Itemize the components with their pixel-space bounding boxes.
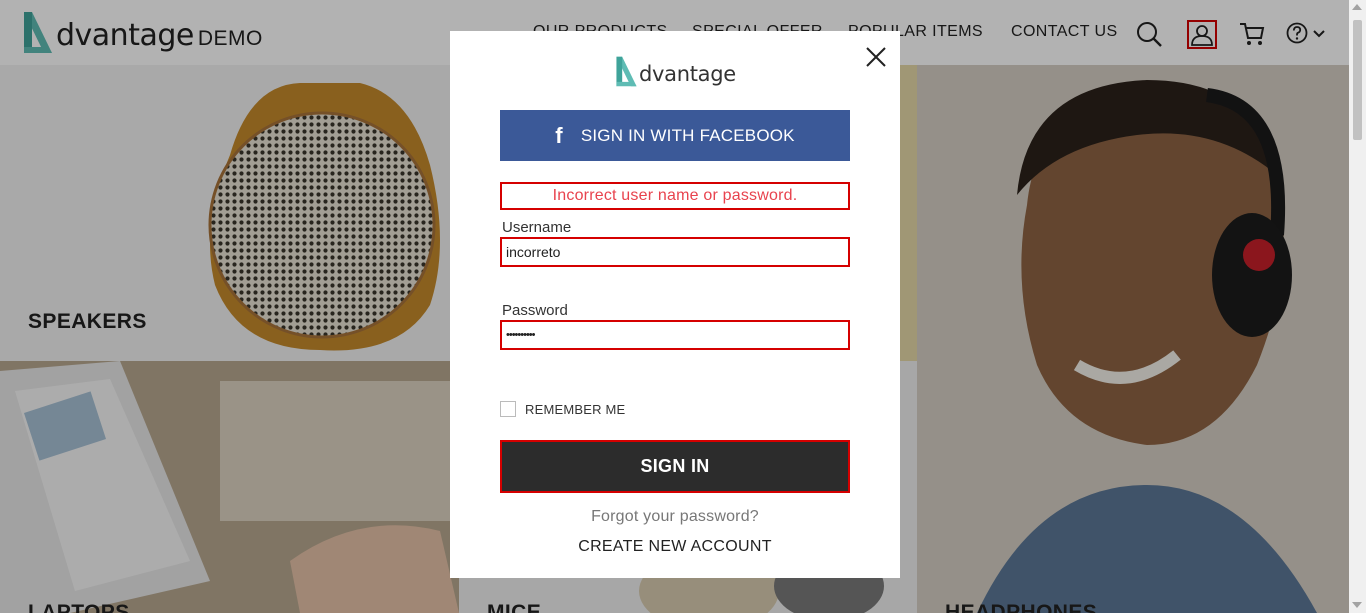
password-input[interactable]: •••••••••• [500, 320, 850, 350]
close-icon[interactable] [864, 45, 888, 69]
scroll-up-arrow-icon[interactable] [1352, 4, 1362, 10]
signin-button[interactable]: SIGN IN [500, 440, 850, 493]
password-label: Password [502, 302, 568, 319]
scroll-down-arrow-icon[interactable] [1352, 602, 1362, 608]
remember-me-label: REMEMBER ME [525, 401, 626, 417]
modal-logo-text: dvantage [639, 62, 736, 86]
facebook-signin-button[interactable]: f SIGN IN WITH FACEBOOK [500, 110, 850, 161]
username-input[interactable]: incorreto [500, 237, 850, 267]
advantage-logo-icon [616, 56, 637, 87]
remember-me[interactable]: REMEMBER ME [500, 401, 625, 417]
create-account-link[interactable]: CREATE NEW ACCOUNT [450, 538, 900, 556]
login-error-message: Incorrect user name or password. [500, 182, 850, 210]
modal-logo: dvantage [615, 55, 736, 88]
username-label: Username [502, 219, 572, 236]
remember-me-checkbox[interactable] [500, 401, 516, 417]
facebook-signin-label: SIGN IN WITH FACEBOOK [580, 125, 795, 145]
login-modal: dvantage f SIGN IN WITH FACEBOOK Incorre… [450, 31, 900, 578]
facebook-icon: f [555, 122, 563, 148]
scrollbar-thumb[interactable] [1353, 20, 1362, 140]
forgot-password-link[interactable]: Forgot your password? [450, 508, 900, 526]
